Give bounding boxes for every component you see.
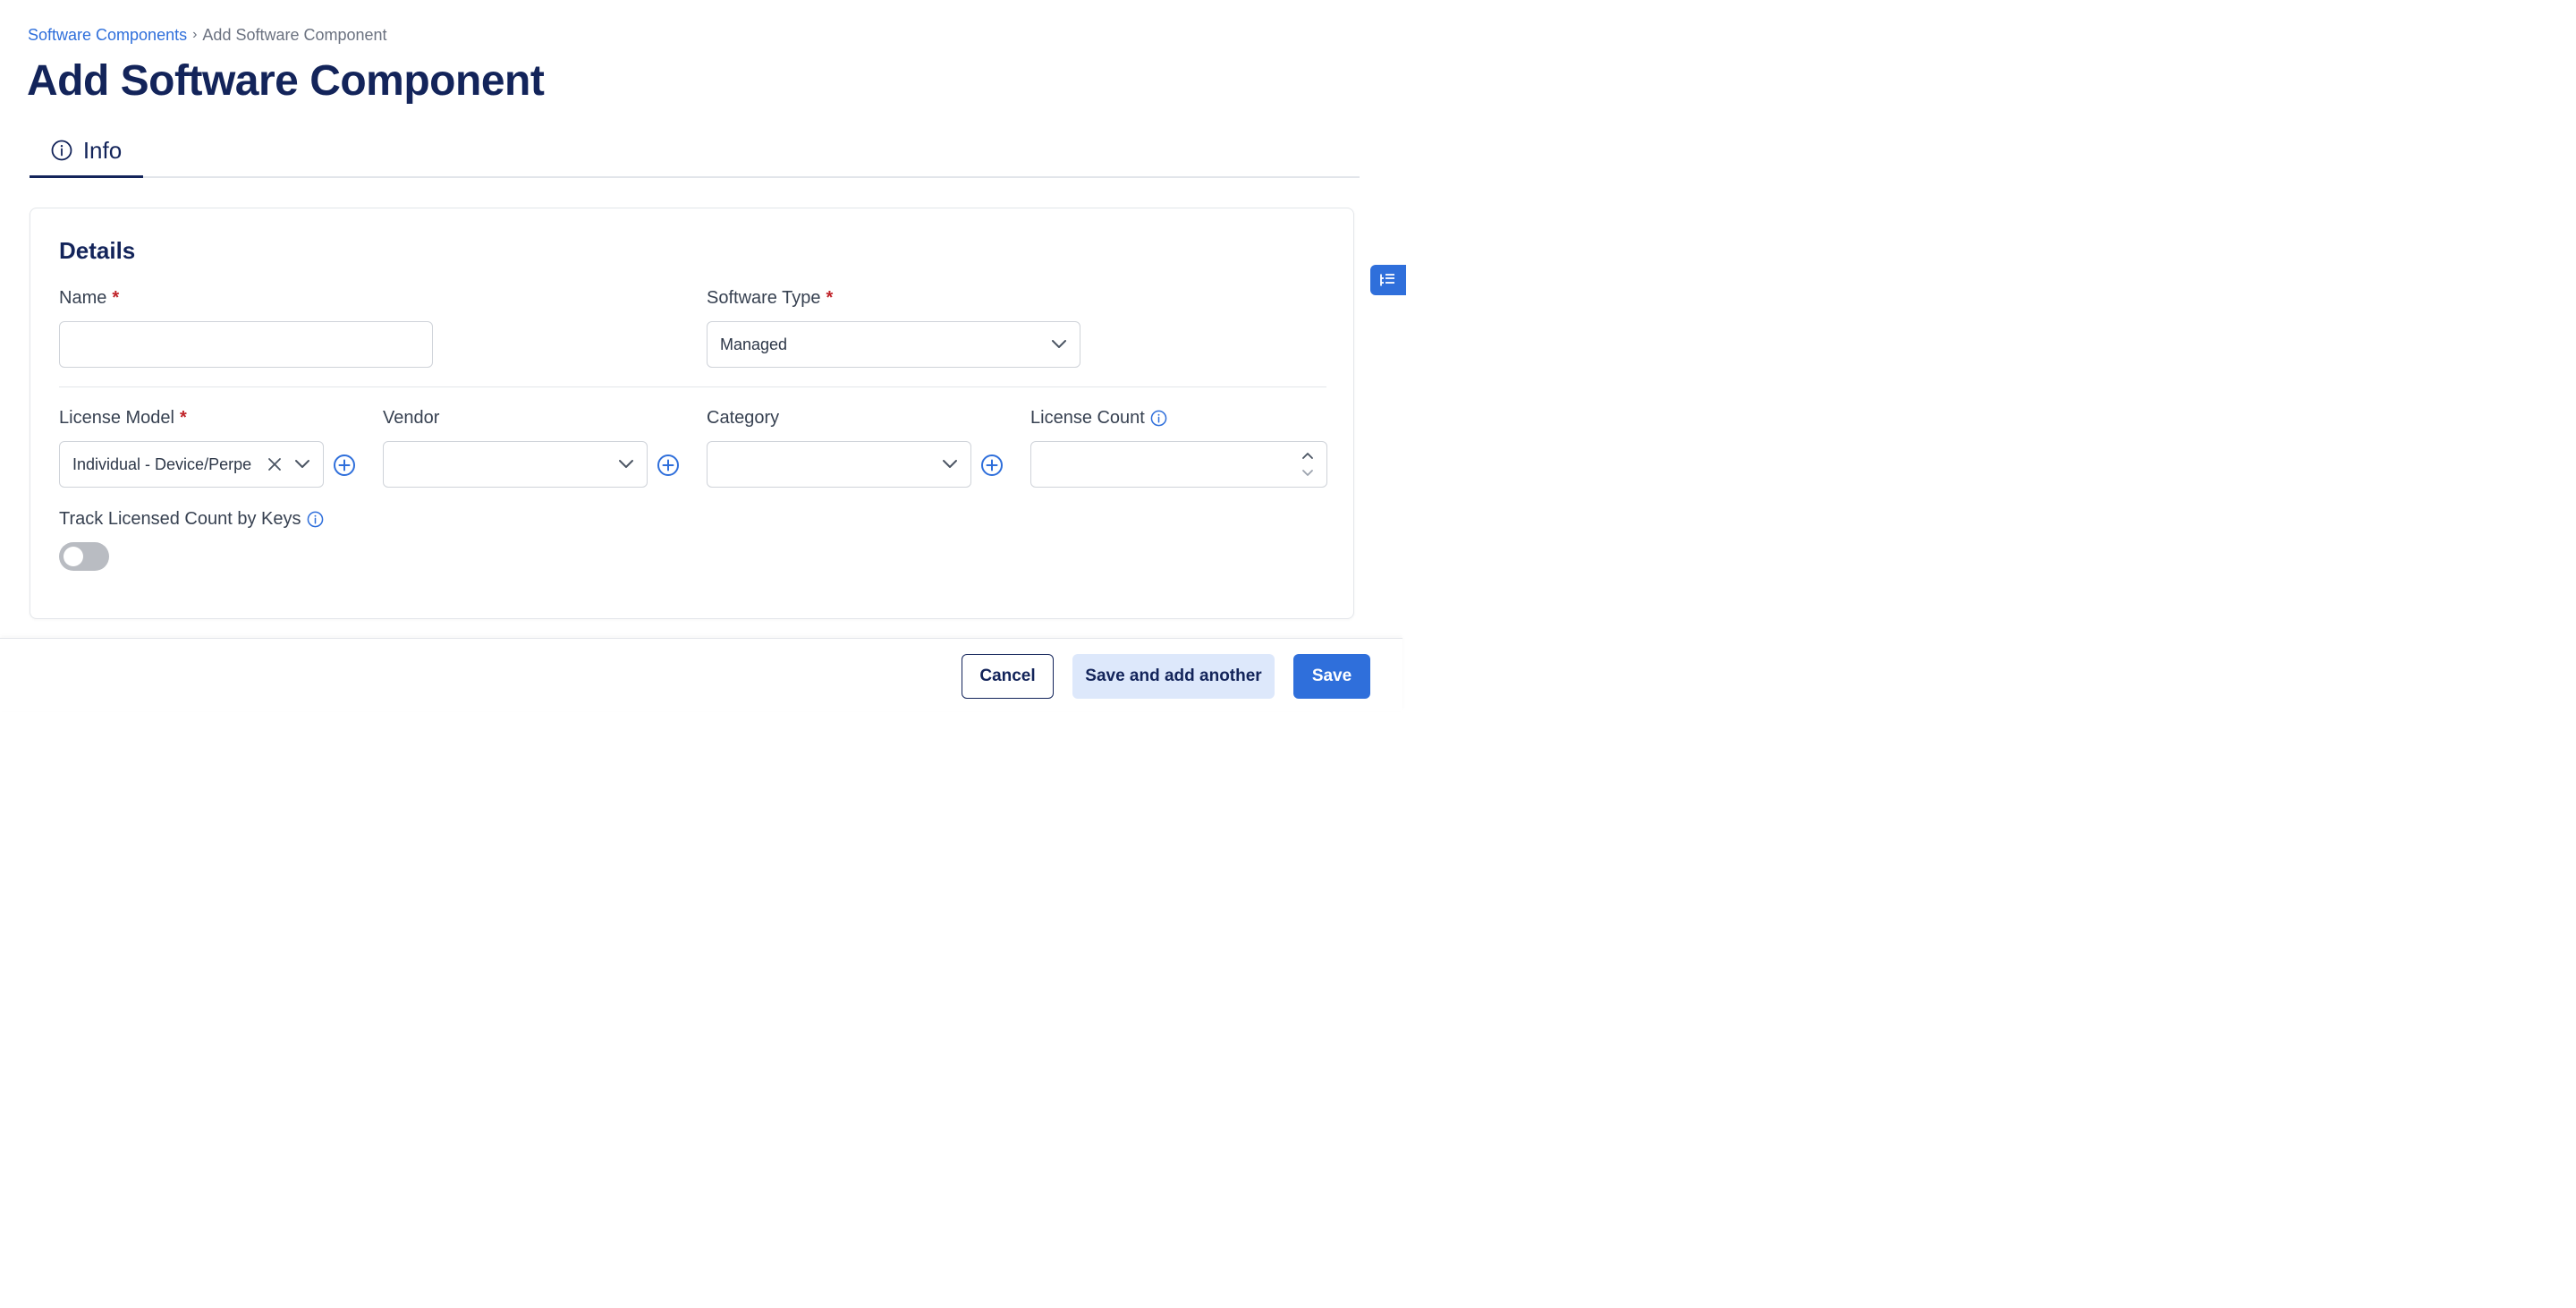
page-title: Add Software Component (27, 57, 545, 105)
vendor-label: Vendor (383, 408, 439, 429)
required-asterisk: * (112, 288, 120, 308)
decrement-icon[interactable] (1301, 469, 1314, 477)
clear-icon[interactable] (267, 457, 282, 471)
cancel-button[interactable]: Cancel (962, 654, 1054, 699)
breadcrumb-separator: › (192, 27, 198, 42)
license-model-label-text: License Model (59, 408, 174, 428)
tab-info[interactable]: Info (30, 125, 143, 178)
required-asterisk: * (826, 288, 834, 308)
license-count-label-text: License Count (1030, 408, 1145, 428)
info-circle-icon (51, 140, 72, 161)
name-label-text: Name (59, 288, 107, 308)
add-category-icon[interactable] (980, 454, 1004, 477)
toggle-knob (64, 547, 83, 566)
breadcrumb-link-software-components[interactable]: Software Components (28, 25, 187, 45)
form-footer: Cancel Save and add another Save (0, 638, 1402, 711)
name-input[interactable] (59, 321, 433, 368)
software-type-value: Managed (720, 335, 788, 353)
chevron-down-icon[interactable] (618, 459, 634, 470)
required-asterisk: * (179, 408, 187, 428)
license-count-label: License Count (1030, 408, 1167, 429)
save-and-add-another-button[interactable]: Save and add another (1072, 654, 1275, 699)
track-by-keys-toggle[interactable] (59, 542, 109, 571)
license-model-value: Individual - Device/Perpe (72, 454, 252, 473)
name-label: Name * (59, 288, 119, 309)
add-vendor-icon[interactable] (657, 454, 680, 477)
software-type-label-text: Software Type (707, 288, 821, 308)
info-icon[interactable] (1150, 410, 1167, 427)
info-icon[interactable] (307, 511, 324, 528)
add-license-model-icon[interactable] (333, 454, 356, 477)
software-type-label: Software Type * (707, 288, 833, 309)
chevron-down-icon[interactable] (1051, 339, 1067, 350)
license-model-select[interactable]: Individual - Device/Perpe (59, 441, 324, 488)
software-type-select[interactable]: Managed (707, 321, 1080, 368)
vendor-label-text: Vendor (383, 408, 440, 428)
category-label-text: Category (707, 408, 780, 428)
track-by-keys-label: Track Licensed Count by Keys (59, 509, 324, 530)
page: Software Components › Add Software Compo… (0, 0, 1406, 711)
list-tree-icon (1380, 274, 1394, 286)
increment-icon[interactable] (1301, 452, 1314, 460)
category-label: Category (707, 408, 779, 429)
tab-info-label: Info (82, 136, 123, 164)
details-section-title: Details (59, 237, 136, 264)
chevron-down-icon[interactable] (942, 459, 958, 470)
chevron-down-icon[interactable] (294, 459, 310, 470)
license-count-input[interactable] (1030, 441, 1327, 488)
vendor-select[interactable] (383, 441, 648, 488)
track-by-keys-label-text: Track Licensed Count by Keys (59, 509, 301, 529)
breadcrumb: Software Components › Add Software Compo… (28, 25, 387, 45)
section-divider (59, 386, 1326, 387)
details-card: Details Name * Software Type * Managed L… (30, 208, 1354, 619)
save-button[interactable]: Save (1293, 654, 1370, 699)
tab-bar: Info (30, 125, 1360, 178)
breadcrumb-current: Add Software Component (202, 26, 387, 44)
license-model-label: License Model * (59, 408, 187, 429)
category-select[interactable] (707, 441, 971, 488)
table-of-contents-button[interactable] (1370, 265, 1406, 295)
